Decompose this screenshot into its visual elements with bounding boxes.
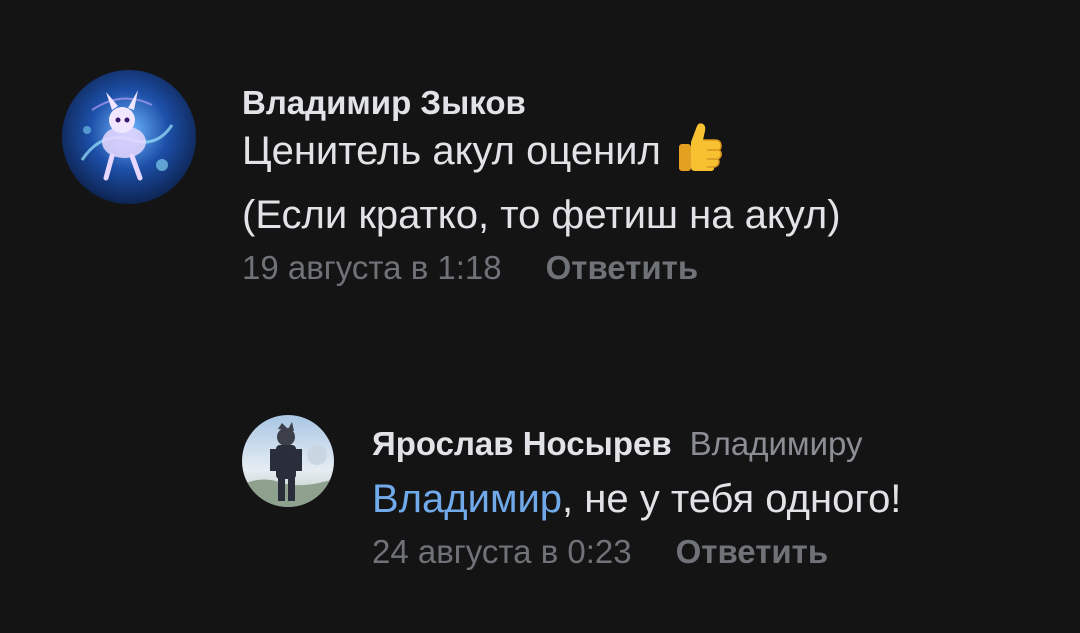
comment-text: , не у тебя одного!: [562, 477, 902, 521]
comment: Владимир Зыков Ценитель акул оценил (Есл…: [62, 70, 841, 287]
comment-text: (Если кратко, то фетиш на акул): [242, 193, 841, 237]
comment-date: 24 августа в 0:23: [372, 533, 632, 570]
comment-meta: 19 августа в 1:18 Ответить: [242, 249, 841, 287]
comment-text-line: Владимир, не у тебя одного!: [372, 471, 901, 527]
reply-button[interactable]: Ответить: [546, 249, 699, 286]
comment-meta: 24 августа в 0:23 Ответить: [372, 533, 901, 571]
reply-to-link[interactable]: Владимиру: [690, 425, 863, 463]
comment-text-line: (Если кратко, то фетиш на акул): [242, 187, 841, 243]
reply-button[interactable]: Ответить: [676, 533, 829, 570]
author-line: Ярослав Носырев Владимиру: [372, 425, 901, 463]
avatar-image-icon: [242, 415, 334, 507]
avatar-image-icon: [62, 70, 196, 204]
comment-author[interactable]: Владимир Зыков: [242, 84, 526, 122]
comment-date: 19 августа в 1:18: [242, 249, 502, 286]
reply-comment: Ярослав Носырев Владимиру Владимир, не у…: [242, 415, 901, 571]
comment-body: Ярослав Носырев Владимиру Владимир, не у…: [372, 425, 901, 571]
author-line: Владимир Зыков: [242, 84, 841, 122]
comment-text-line: Ценитель акул оценил: [242, 122, 841, 187]
mention-link[interactable]: Владимир: [372, 477, 562, 521]
comment-author[interactable]: Ярослав Носырев: [372, 425, 672, 463]
thumbs-up-icon: [677, 122, 723, 187]
comment-text: Ценитель акул оценил: [242, 129, 661, 173]
avatar[interactable]: [62, 70, 196, 204]
comment-body: Владимир Зыков Ценитель акул оценил (Есл…: [242, 84, 841, 287]
avatar[interactable]: [242, 415, 334, 507]
